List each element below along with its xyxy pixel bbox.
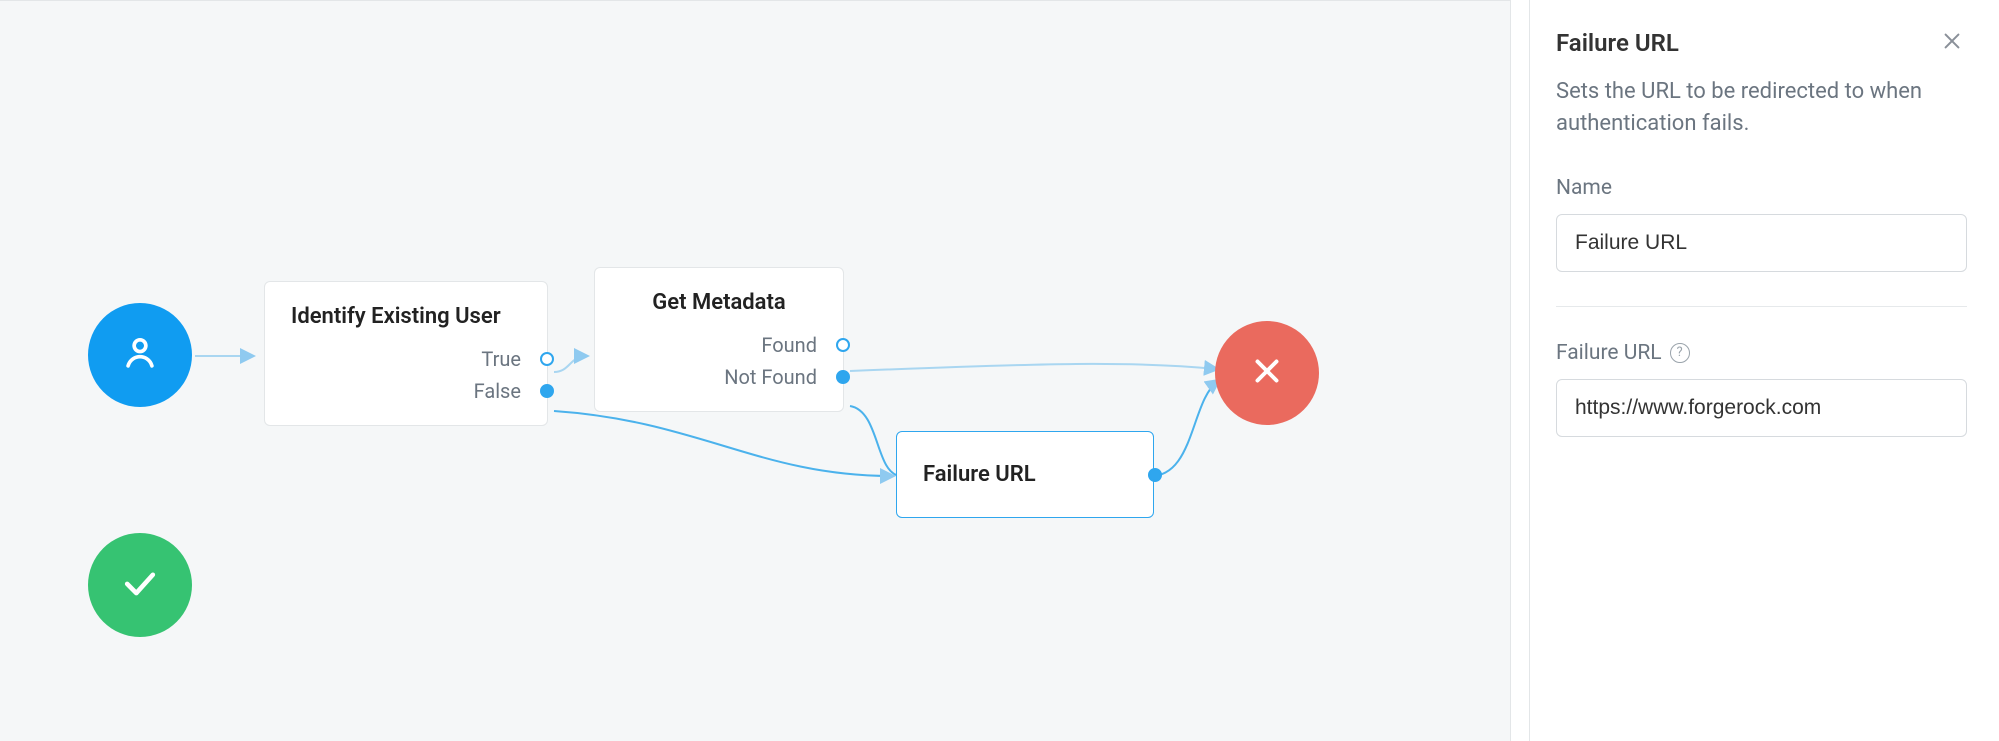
help-icon[interactable]: ?: [1670, 343, 1690, 363]
flow-canvas[interactable]: Identify Existing User True False Get Me…: [0, 0, 1510, 741]
failure-url-input[interactable]: [1556, 379, 1967, 437]
identify-user-node[interactable]: Identify Existing User True False: [264, 281, 548, 426]
start-node[interactable]: [88, 303, 192, 407]
divider: [1556, 306, 1967, 307]
port-false[interactable]: False: [291, 379, 521, 403]
port-connector-icon[interactable]: [836, 338, 850, 352]
node-title: Get Metadata: [621, 290, 817, 315]
port-connector-icon[interactable]: [836, 370, 850, 384]
node-title: Identify Existing User: [291, 304, 521, 329]
node-title: Failure URL: [923, 462, 1127, 487]
port-found[interactable]: Found: [621, 333, 817, 357]
get-metadata-node[interactable]: Get Metadata Found Not Found: [594, 267, 844, 412]
panel-title: Failure URL: [1556, 29, 1679, 57]
panel-description: Sets the URL to be redirected to when au…: [1556, 76, 1967, 140]
port-not-found[interactable]: Not Found: [621, 365, 817, 389]
success-node[interactable]: [88, 533, 192, 637]
user-icon: [118, 331, 162, 379]
port-connector-icon[interactable]: [540, 352, 554, 366]
close-panel-button[interactable]: [1937, 26, 1967, 60]
port-connector-icon[interactable]: [540, 384, 554, 398]
port-true[interactable]: True: [291, 347, 521, 371]
failure-node[interactable]: [1215, 321, 1319, 425]
scrollbar-track[interactable]: [1510, 0, 1530, 741]
failure-url-label: Failure URL ?: [1556, 341, 1967, 365]
check-icon: [118, 561, 162, 609]
close-icon: [1248, 352, 1286, 394]
port-connector-icon[interactable]: [1148, 468, 1162, 482]
failure-url-node[interactable]: Failure URL: [896, 431, 1154, 518]
name-input[interactable]: [1556, 214, 1967, 272]
properties-panel: Failure URL Sets the URL to be redirecte…: [1530, 0, 1999, 741]
name-label: Name: [1556, 176, 1967, 200]
close-icon: [1941, 37, 1963, 56]
